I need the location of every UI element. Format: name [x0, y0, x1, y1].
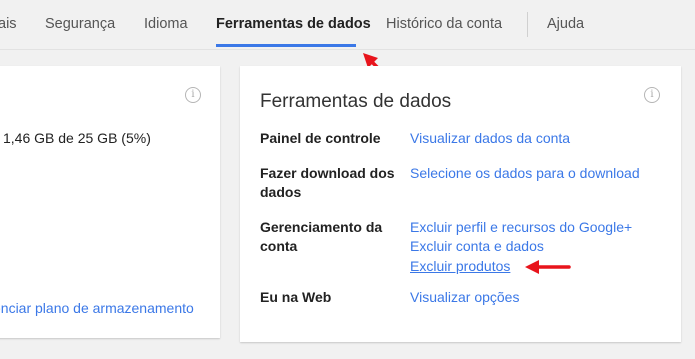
card-title: Ferramentas de dados	[260, 91, 452, 112]
tab-security[interactable]: Segurança	[45, 0, 115, 49]
row-label-control-panel: Painel de controle	[260, 130, 381, 146]
delete-products-link[interactable]: Excluir produtos	[410, 257, 510, 276]
nav-divider	[527, 12, 528, 37]
delete-account-link[interactable]: Excluir conta e dados	[410, 237, 544, 256]
storage-usage-text: 1,46 GB de 25 GB (5%)	[3, 130, 151, 146]
select-download-data-link[interactable]: Selecione os dados para o download	[410, 164, 640, 183]
tab-data-tools[interactable]: Ferramentas de dados	[216, 0, 371, 49]
data-tools-card: i Ferramentas de dados Painel de control…	[240, 66, 681, 342]
view-account-data-link[interactable]: Visualizar dados da conta	[410, 129, 570, 148]
manage-storage-link[interactable]: enciar plano de armazenamento	[0, 300, 194, 316]
tab-personal-info[interactable]: ais	[0, 0, 17, 49]
active-tab-indicator	[216, 44, 356, 47]
row-label-download-data: Fazer download dos dados	[260, 165, 395, 200]
annotation-arrow-delete-products	[525, 260, 571, 274]
delete-google-plus-link[interactable]: Excluir perfil e recursos do Google+	[410, 218, 632, 237]
row-label-account-management: Gerenciamento da conta	[260, 219, 383, 254]
info-icon[interactable]: i	[644, 87, 660, 103]
row-label-me-on-web: Eu na Web	[260, 289, 332, 305]
tab-help[interactable]: Ajuda	[547, 0, 584, 49]
view-options-link[interactable]: Visualizar opções	[410, 288, 519, 307]
tab-account-history[interactable]: Histórico da conta	[386, 0, 502, 49]
info-icon[interactable]: i	[185, 87, 201, 103]
top-navigation: ais Segurança Idioma Ferramentas de dado…	[0, 0, 695, 50]
tab-language[interactable]: Idioma	[144, 0, 188, 49]
storage-card: i 1,46 GB de 25 GB (5%) enciar plano de …	[0, 66, 220, 338]
